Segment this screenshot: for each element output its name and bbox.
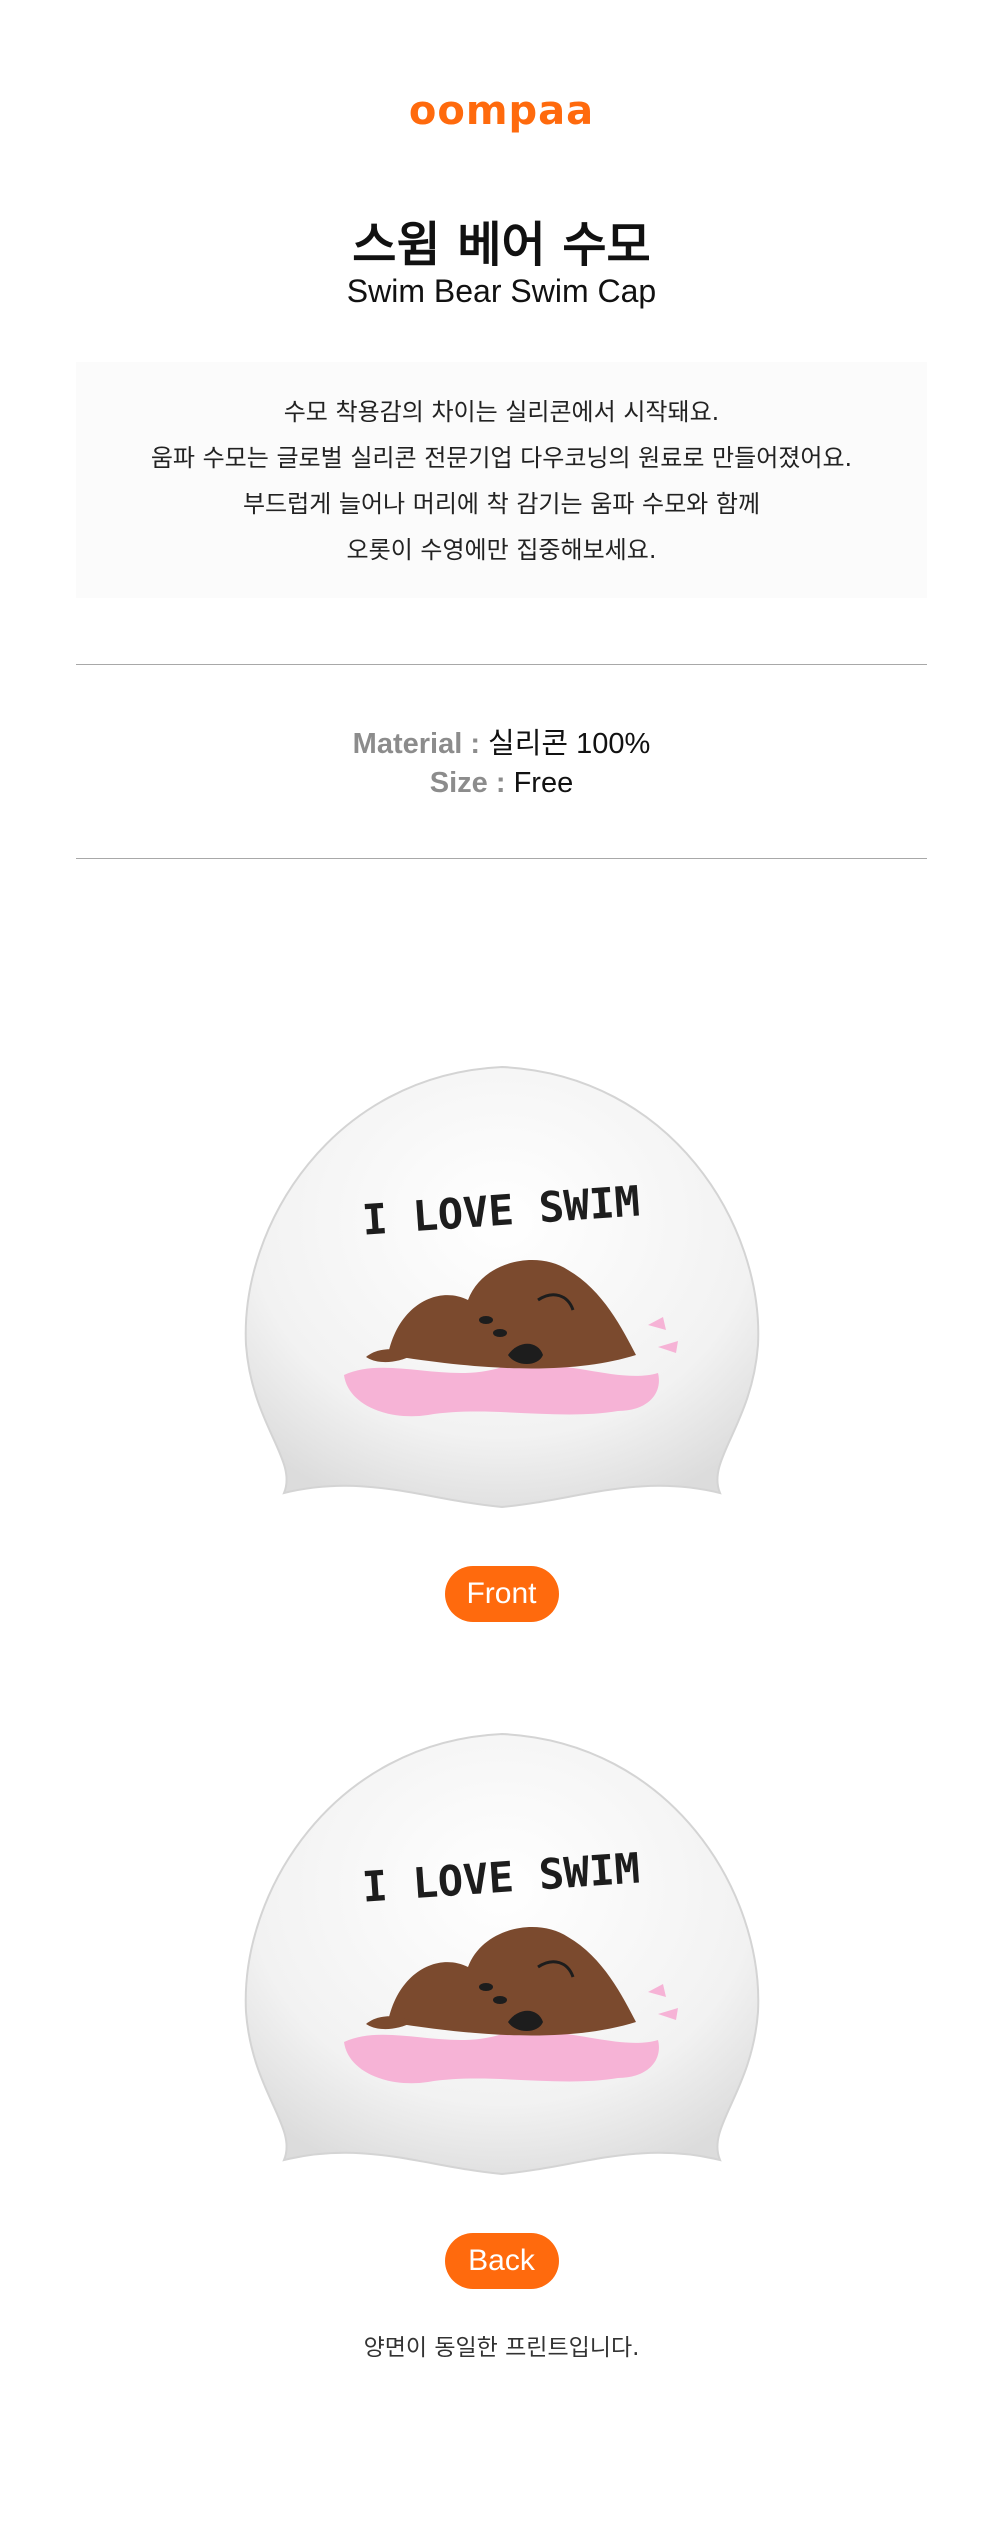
spec-material-value: 실리콘 100% — [488, 728, 651, 760]
description-line-1: 수모 착용감의 차이는 실리콘에서 시작돼요. — [283, 398, 720, 426]
divider-bottom — [76, 858, 927, 859]
spec-material: Material : 실리콘 100% — [0, 720, 1003, 762]
product-detail-page: oompaa 스윔 베어 수모 Swim Bear Swim Cap 수모 착용… — [0, 0, 1003, 2544]
cap-back-image: I LOVE SWIM — [238, 1722, 766, 2178]
cap-front-image: I LOVE SWIM — [238, 1055, 766, 1511]
product-title-en: Swim Bear Swim Cap — [346, 273, 657, 309]
divider-top — [76, 664, 927, 665]
front-view-button[interactable]: Front — [444, 1566, 559, 1622]
product-title-ko: 스윔 베어 수모 — [352, 217, 651, 273]
spec-size-label: Size : — [429, 767, 506, 799]
back-view-button[interactable]: Back — [444, 2233, 559, 2289]
description-line-3: 부드럽게 늘어나 머리에 착 감기는 움파 수모와 함께 — [242, 490, 761, 518]
brand-logo: oompaa — [408, 88, 595, 134]
description-box: 수모 착용감의 차이는 실리콘에서 시작돼요. 움파 수모는 글로벌 실리콘 전… — [76, 362, 927, 598]
description-line-4: 오롯이 수영에만 집중해보세요. — [346, 536, 657, 564]
spec-size-value: Free — [513, 767, 574, 799]
description-line-2: 움파 수모는 글로벌 실리콘 전문기업 다우코닝의 원료로 만들어졌어요. — [150, 444, 853, 472]
spec-size: Size : Free — [0, 767, 1003, 800]
footer-note: 양면이 동일한 프린트입니다. — [363, 2335, 640, 2361]
spec-material-label: Material : — [352, 728, 480, 760]
